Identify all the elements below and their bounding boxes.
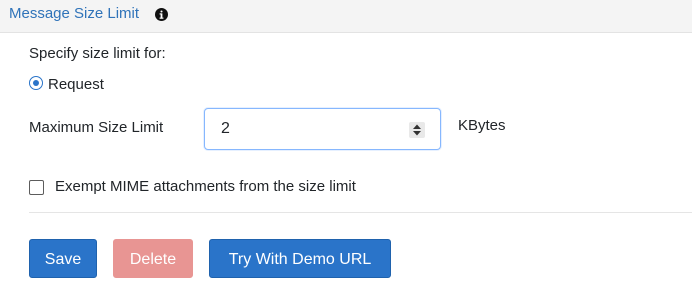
exempt-mime-checkbox[interactable]	[29, 180, 44, 195]
info-circle-icon[interactable]	[155, 8, 168, 21]
number-spinner-icon[interactable]	[409, 122, 425, 138]
max-size-value[interactable]: 2	[221, 120, 230, 138]
delete-button[interactable]: Delete	[113, 239, 193, 278]
kbytes-unit-label: KBytes	[458, 117, 506, 134]
maximum-size-limit-label: Maximum Size Limit	[29, 119, 164, 136]
save-button[interactable]: Save	[29, 239, 97, 278]
request-radio[interactable]	[29, 76, 43, 90]
request-radio-label[interactable]: Request	[48, 76, 104, 94]
section-title: Message Size Limit	[9, 5, 140, 22]
try-demo-url-button[interactable]: Try With Demo URL	[209, 239, 391, 278]
section-header: Message Size Limit	[0, 0, 692, 33]
specify-size-limit-label: Specify size limit for:	[29, 45, 166, 62]
max-size-input[interactable]: 2	[204, 108, 441, 150]
divider	[29, 212, 692, 213]
radio-selected-dot	[32, 79, 39, 86]
exempt-mime-label[interactable]: Exempt MIME attachments from the size li…	[55, 178, 356, 196]
